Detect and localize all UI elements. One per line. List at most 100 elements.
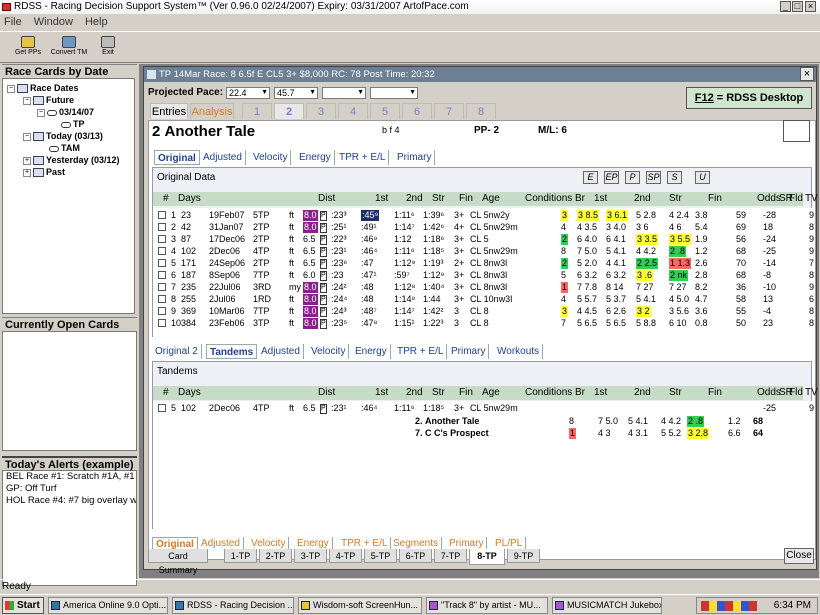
col-header[interactable]: Fin	[459, 192, 473, 206]
filter-s-button[interactable]: S	[667, 171, 682, 184]
row-checkbox[interactable]	[158, 404, 166, 412]
col-header[interactable]: 2nd	[406, 192, 423, 206]
col-header[interactable]: Age	[482, 386, 500, 400]
pace-select-3[interactable]	[322, 87, 366, 99]
maximize-button[interactable]: □	[792, 1, 803, 12]
tree-race-dates[interactable]: − Race Dates	[7, 83, 79, 94]
subtab2-original2[interactable]: Original 2	[152, 344, 202, 359]
filter-ep-button[interactable]: EP	[604, 171, 619, 184]
tab-race-8[interactable]: 8-TP	[469, 549, 505, 565]
row-checkbox[interactable]	[158, 319, 166, 327]
subtab-velocity[interactable]: Velocity	[250, 150, 292, 165]
task-track8[interactable]: "Track 8" by artist - MU...	[426, 597, 548, 614]
tab-6[interactable]: 6	[402, 103, 432, 119]
alert-item[interactable]: HOL Race #4: #7 big overlay w	[3, 495, 136, 507]
subtab2-primary[interactable]: Primary	[448, 344, 490, 359]
col-header[interactable]: Fld	[789, 386, 803, 400]
col-header[interactable]: Fin	[708, 192, 722, 206]
table-row[interactable]: 10 384 23Feb06 3TP ft 8.0 P:23⁵:47⁸ 1:15¹ 1:22³ 3…	[153, 318, 814, 329]
get-pps-button[interactable]: Get PPs	[10, 34, 46, 62]
tab-race-7[interactable]: 7-TP	[434, 549, 467, 563]
tab-race-1[interactable]: 1-TP	[224, 549, 257, 563]
col-header[interactable]: Odds	[757, 386, 781, 400]
tab-1[interactable]: 1	[242, 103, 272, 119]
row-checkbox[interactable]	[158, 271, 166, 279]
col-header[interactable]: #	[163, 386, 169, 400]
tab-card-summary[interactable]: Card Summary	[148, 549, 208, 575]
table-row[interactable]: 7 235 22Jul06 3RD my 8.0 P:24²:48 1:12⁸ 1:40⁴ 3+ C…	[153, 282, 814, 293]
start-button[interactable]: Start	[2, 597, 44, 614]
table-row[interactable]: 5 171 24Sep06 2TP ft 6.5 P:23⁶:47 1:12⁹ 1:19³ 2+ C…	[153, 258, 814, 269]
pace-select-2[interactable]: 45.7	[274, 87, 318, 99]
col-header[interactable]: Str	[669, 386, 682, 400]
tray-icons[interactable]	[701, 601, 757, 611]
alert-item[interactable]: GP: Off Turf	[3, 483, 136, 495]
row-checkbox[interactable]	[158, 307, 166, 315]
row-checkbox[interactable]	[158, 295, 166, 303]
col-header[interactable]: Br	[575, 386, 585, 400]
tab-race-4[interactable]: 4-TP	[329, 549, 362, 563]
subtab-original[interactable]: Original	[154, 150, 200, 165]
close-button[interactable]: Close	[784, 548, 814, 564]
close-card-button[interactable]: ×	[800, 67, 814, 81]
table-row[interactable]: 4 102 2Dec06 4TP ft 6.5 P:23¹:46⁴ 1:11⁶ 1:18⁵ 3+ C…	[153, 246, 814, 257]
table-row[interactable]: 5 102 2Dec06 4TP ft 6.5 P:23¹:46⁴ 1:11⁶ 1:18⁵ 3+ C…	[153, 403, 814, 414]
subtab-primary[interactable]: Primary	[394, 150, 436, 165]
col-header[interactable]: Days	[178, 192, 201, 206]
tab-race-3[interactable]: 3-TP	[294, 549, 327, 563]
tab-7[interactable]: 7	[434, 103, 464, 119]
tree-today[interactable]: − Today (03/13)	[23, 131, 103, 142]
tandem-horse-row[interactable]: 2. Another Tale 8 7 5.0 5 4.1 4 4.2 2 .8 1.2 68	[153, 416, 803, 427]
tab-analysis[interactable]: Analysis	[190, 103, 234, 119]
task-aol[interactable]: America Online 9.0 Opti...	[48, 597, 168, 614]
subtab2-tpr[interactable]: TPR + E/L	[394, 344, 448, 359]
rdss-desktop-hint[interactable]: F12 = RDSS Desktop	[686, 87, 812, 109]
tab-race-5[interactable]: 5-TP	[364, 549, 397, 563]
table-row[interactable]: 9 369 10Mar06 7TP ft 8.0 P:24³:48⁷ 1:14⁷ 1:42² 3 C…	[153, 306, 814, 317]
pace-select-4[interactable]	[370, 87, 418, 99]
col-header[interactable]: Fin	[708, 386, 722, 400]
col-header[interactable]: Str	[432, 386, 445, 400]
tree-yesterday[interactable]: + Yesterday (03/12)	[23, 155, 120, 166]
table-row[interactable]: 2 42 31Jan07 2TP ft 8.0 P:25¹:49¹ 1:14⁷ 1:42⁶ 4+ C…	[153, 222, 814, 233]
col-header[interactable]: Str	[669, 192, 682, 206]
col-header[interactable]: Br	[575, 192, 585, 206]
col-header[interactable]: 1st	[375, 192, 388, 206]
row-checkbox[interactable]	[158, 259, 166, 267]
subtab2-adjusted[interactable]: Adjusted	[258, 344, 304, 359]
col-header[interactable]: Fld	[789, 192, 803, 206]
filter-u-button[interactable]: U	[695, 171, 710, 184]
close-window-button[interactable]: ×	[805, 1, 816, 12]
col-header[interactable]: Days	[178, 386, 201, 400]
tab-race-2[interactable]: 2-TP	[259, 549, 292, 563]
filter-p-button[interactable]: P	[625, 171, 640, 184]
tree-tp[interactable]: TP	[61, 119, 85, 129]
col-header[interactable]: 1st	[594, 192, 607, 206]
subtab-energy[interactable]: Energy	[296, 150, 335, 165]
col-header[interactable]: 2nd	[634, 192, 651, 206]
col-header[interactable]: 1st	[594, 386, 607, 400]
row-checkbox[interactable]	[158, 247, 166, 255]
col-header[interactable]: #	[163, 192, 169, 206]
filter-e-button[interactable]: E	[583, 171, 598, 184]
subtab-adjusted[interactable]: Adjusted	[200, 150, 246, 165]
subtab2-velocity[interactable]: Velocity	[308, 344, 350, 359]
task-rdss[interactable]: RDSS - Racing Decision ...	[172, 597, 294, 614]
col-header[interactable]: 2nd	[406, 386, 423, 400]
convert-tm-button[interactable]: Convert TM	[49, 34, 89, 62]
task-musicmatch[interactable]: MUSICMATCH Jukebox	[552, 597, 662, 614]
table-row[interactable]: 8 255 2Jul06 1RD ft 8.0 P:24⁴:48 1:14⁸ 1:44 3+ CL …	[153, 294, 814, 305]
col-header[interactable]: Conditions	[525, 386, 572, 400]
table-row[interactable]: 1 23 19Feb07 5TP ft 8.0 P:23³:45⁹ 1:11⁶ 1:39⁶ 3+ C…	[153, 210, 814, 221]
col-header[interactable]: Odds	[757, 192, 781, 206]
tab-5[interactable]: 5	[370, 103, 400, 119]
tab-2[interactable]: 2	[274, 103, 304, 119]
tab-4[interactable]: 4	[338, 103, 368, 119]
tree-past[interactable]: + Past	[23, 167, 65, 178]
tab-entries[interactable]: Entries	[150, 103, 188, 119]
col-header[interactable]: Dist	[318, 192, 335, 206]
col-header[interactable]: 1st	[375, 386, 388, 400]
menu-help[interactable]: Help	[85, 16, 108, 28]
subtab2-workouts[interactable]: Workouts	[494, 344, 544, 359]
tab-8[interactable]: 8	[466, 103, 496, 119]
